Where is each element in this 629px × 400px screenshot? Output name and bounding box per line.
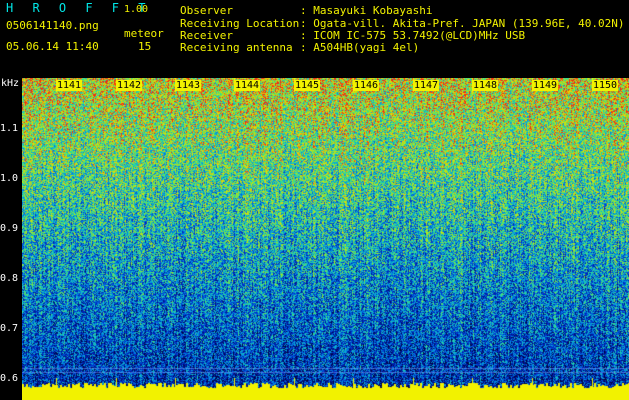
axis-tick: 0.9 — [0, 223, 19, 234]
axis-tick: 0.6 — [0, 373, 19, 384]
version-label: 1.00 — [124, 4, 149, 15]
observer-label: Observer — [180, 4, 233, 17]
datetime-label: 05.06.14 11:40 — [6, 40, 99, 53]
spectrogram-panel: kHz 1.1 1.0 0.9 0.8 0.7 0.6 1141 1142 11… — [0, 78, 629, 400]
axis-tick: 0.7 — [0, 323, 19, 334]
observer-value: : Masayuki Kobayashi — [300, 4, 433, 17]
antenna-label: Receiving antenna — [180, 41, 293, 54]
axis-tick: 1.0 — [0, 173, 19, 184]
mode-label: meteor — [124, 27, 164, 40]
header-panel: H R O F F T 1.00 0506141140.png meteor 0… — [0, 0, 629, 78]
axis-tick: 0.8 — [0, 273, 19, 284]
frequency-axis: kHz 1.1 1.0 0.9 0.8 0.7 0.6 — [0, 78, 22, 400]
axis-unit: kHz — [1, 78, 20, 89]
filename-label: 0506141140.png — [6, 19, 99, 32]
antenna-value: : A504HB(yagi 4el) — [300, 41, 420, 54]
meteor-count: 15 — [138, 40, 152, 53]
axis-tick: 1.1 — [0, 123, 19, 134]
spectrogram-canvas — [22, 78, 629, 400]
